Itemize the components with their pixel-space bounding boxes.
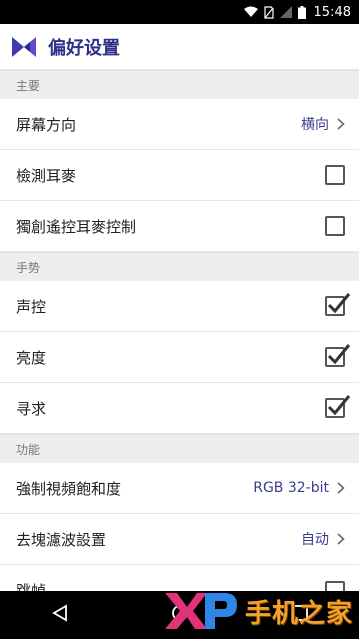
chevron-right-icon — [337, 482, 345, 494]
status-bar: 15:48 — [0, 0, 359, 24]
watermark-text: 手机之家 — [244, 598, 353, 629]
checkbox-unchecked[interactable] — [325, 216, 345, 236]
setting-label: 檢測耳麥 — [16, 166, 77, 185]
battery-icon — [297, 5, 306, 19]
setting-label: 声控 — [16, 297, 47, 316]
settings-list: 主要 屏幕方向 横向 檢測耳麥 獨創遙控耳麥控制 手势 声控 亮度 寻求 功能 — [0, 70, 359, 616]
section-header-main: 主要 — [0, 70, 359, 99]
setting-label: 去塊濾波設置 — [16, 530, 107, 549]
watermark: 手机之家 — [161, 589, 353, 633]
checkbox-checked[interactable] — [325, 293, 351, 316]
setting-value: 自动 — [301, 529, 345, 549]
setting-deblocking-filter[interactable]: 去塊濾波設置 自动 — [0, 514, 359, 565]
setting-seek[interactable]: 寻求 — [0, 383, 359, 434]
signal-off-icon — [279, 6, 292, 18]
setting-label: 獨創遙控耳麥控制 — [16, 217, 137, 236]
checkbox-checked[interactable] — [325, 344, 351, 367]
status-time: 15:48 — [313, 4, 351, 20]
setting-value: RGB 32-bit — [253, 480, 345, 496]
checkmark-icon — [327, 344, 351, 365]
setting-value-text: 横向 — [301, 117, 329, 133]
setting-headset-remote-control[interactable]: 獨創遙控耳麥控制 — [0, 201, 359, 252]
setting-value: 横向 — [301, 114, 345, 134]
setting-screen-orientation[interactable]: 屏幕方向 横向 — [0, 99, 359, 150]
setting-voice-control[interactable]: 声控 — [0, 281, 359, 332]
checkbox-unchecked[interactable] — [325, 165, 345, 185]
back-icon[interactable] — [51, 604, 69, 626]
checkmark-icon — [327, 293, 351, 314]
setting-label: 屏幕方向 — [16, 115, 77, 134]
setting-brightness[interactable]: 亮度 — [0, 332, 359, 383]
setting-label: 寻求 — [16, 399, 47, 418]
section-header-gestures: 手势 — [0, 252, 359, 281]
wifi-icon — [243, 6, 258, 18]
app-bar: 偏好设置 — [0, 24, 359, 70]
setting-value-text: 自动 — [301, 532, 329, 548]
setting-detect-headset[interactable]: 檢測耳麥 — [0, 150, 359, 201]
section-header-features: 功能 — [0, 434, 359, 463]
setting-value-text: RGB 32-bit — [253, 480, 329, 496]
setting-label: 亮度 — [16, 348, 47, 367]
setting-force-video-saturation[interactable]: 強制視頻飽和度 RGB 32-bit — [0, 463, 359, 514]
checkbox-checked[interactable] — [325, 395, 351, 418]
checkmark-icon — [327, 395, 351, 416]
chevron-right-icon — [337, 533, 345, 545]
app-logo-icon — [10, 33, 38, 61]
xp-logo-icon — [164, 593, 237, 629]
setting-label: 強制視頻飽和度 — [16, 479, 122, 498]
no-sim-icon — [263, 5, 274, 19]
page-title: 偏好设置 — [48, 37, 120, 59]
chevron-right-icon — [337, 118, 345, 130]
